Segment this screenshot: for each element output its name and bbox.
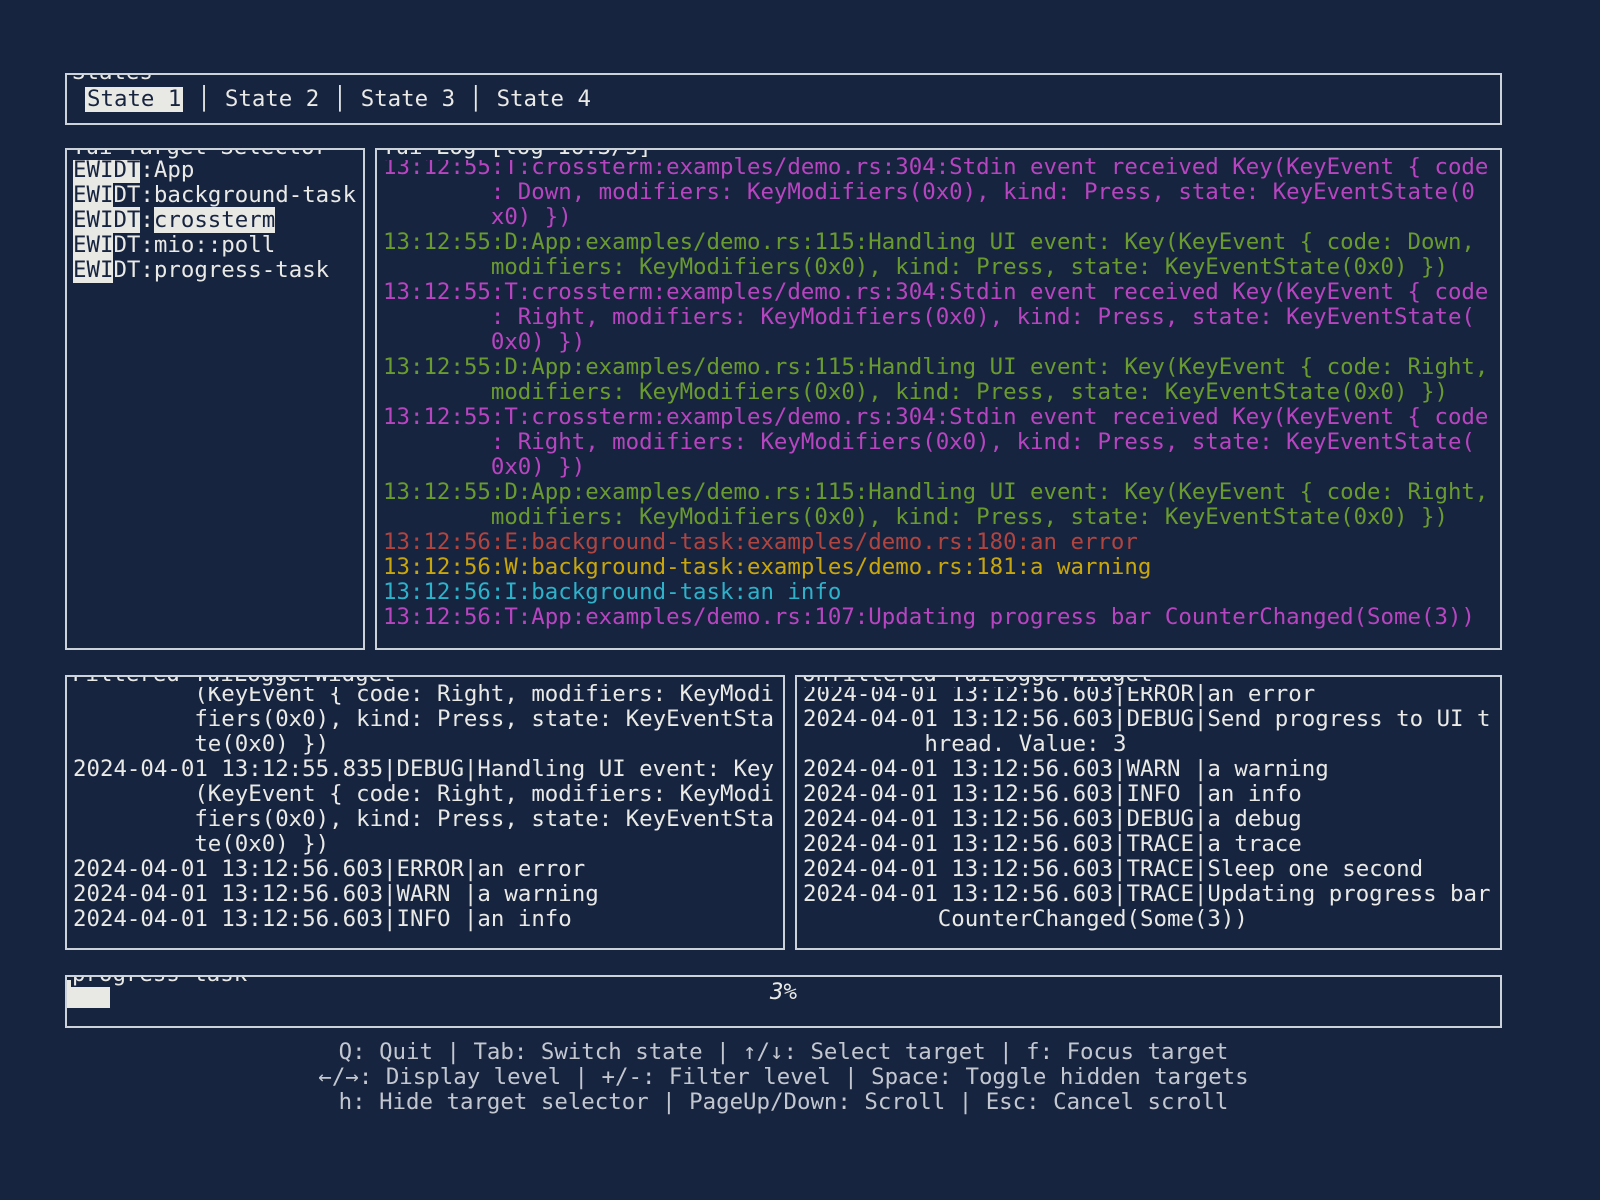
levels-enabled: EWIDT — [73, 207, 140, 233]
unfiltered-log-line: CounterChanged(Some(3)) — [803, 906, 1248, 932]
unfiltered-log-line: 2024-04-01 13:12:56.603|TRACE|Sleep one … — [803, 856, 1423, 882]
target-name: progress-task — [154, 257, 329, 283]
filtered-log-line: fiers(0x0), kind: Press, state: KeyEvent… — [73, 706, 774, 732]
log-line: 0x0) }) — [383, 454, 585, 480]
levels-disabled: DT — [113, 232, 140, 258]
progress-task-title: progress-task — [71, 975, 250, 987]
filtered-log-line: 2024-04-01 13:12:56.603|ERROR|an error — [73, 856, 585, 882]
progress-gauge: 3% — [67, 977, 1500, 1026]
target-separator: : — [140, 207, 153, 233]
states-panel: States State 1 │ State 2 │ State 3 │ State 4 — [65, 73, 1502, 125]
progress-task-panel: progress-task 3% — [65, 975, 1502, 1028]
tui-log-title: Tui Log [log=16.3/s] — [381, 148, 655, 160]
tab-divider: │ — [469, 87, 482, 112]
log-line: 13:12:55:D:App:examples/demo.rs:115:Hand… — [383, 229, 1475, 255]
state-tabs: State 1 │ State 2 │ State 3 │ State 4 — [67, 75, 1500, 123]
unfiltered-log-line: hread. Value: 3 — [803, 731, 1127, 757]
target-row-background-task[interactable]: EWIDT:background-task — [73, 183, 363, 208]
tui-log-lines[interactable]: 13:12:55:T:crossterm:examples/demo.rs:30… — [377, 150, 1500, 630]
log-line: 13:12:56:I:background-task:an info — [383, 579, 841, 605]
unfiltered-log-line: 2024-04-01 13:12:56.603|DEBUG|a debug — [803, 806, 1302, 832]
filtered-log-line: (KeyEvent { code: Right, modifiers: KeyM… — [73, 781, 774, 807]
filtered-log-line: 2024-04-01 13:12:56.603|WARN |a warning — [73, 881, 599, 907]
log-line: 13:12:56:W:background-task:examples/demo… — [383, 554, 1151, 580]
log-line: : Down, modifiers: KeyModifiers(0x0), ki… — [383, 179, 1475, 205]
unfiltered-logger-title: Unfiltered TuiLoggerWidget — [801, 675, 1156, 687]
unfiltered-log-line: 2024-04-01 13:12:56.603|INFO |an info — [803, 781, 1302, 807]
tab-state-2[interactable]: State 2 — [225, 87, 319, 112]
log-line: x0) }) — [383, 204, 572, 230]
unfiltered-log-line: 2024-04-01 13:12:56.603|WARN |a warning — [803, 756, 1329, 782]
target-selector-panel: Tui Target Selector EWIDT:AppEWIDT:backg… — [65, 148, 365, 650]
target-row-mio-poll[interactable]: EWIDT:mio::poll — [73, 233, 363, 258]
target-row-crossterm[interactable]: EWIDT:crossterm — [73, 208, 363, 233]
log-line: 13:12:55:T:crossterm:examples/demo.rs:30… — [383, 279, 1488, 305]
unfiltered-logger-lines[interactable]: 2024-04-01 13:12:56.603|ERROR|an error 2… — [797, 677, 1500, 932]
log-line: modifiers: KeyModifiers(0x0), kind: Pres… — [383, 254, 1448, 280]
unfiltered-logger-panel: Unfiltered TuiLoggerWidget 2024-04-01 13… — [795, 675, 1502, 950]
log-line: modifiers: KeyModifiers(0x0), kind: Pres… — [383, 379, 1448, 405]
target-name: crossterm — [154, 207, 275, 233]
unfiltered-log-line: 2024-04-01 13:12:56.603|DEBUG|Send progr… — [803, 706, 1491, 732]
tab-state-1[interactable]: State 1 — [85, 87, 183, 112]
target-separator: : — [140, 232, 153, 258]
levels-disabled: DT — [113, 182, 140, 208]
progress-gauge-label: 3% — [67, 980, 1500, 1005]
tui-log-panel: Tui Log [log=16.3/s] 13:12:55:T:crosster… — [375, 148, 1502, 650]
tab-state-3[interactable]: State 3 — [361, 87, 455, 112]
log-line: 13:12:56:E:background-task:examples/demo… — [383, 529, 1138, 555]
log-line: 13:12:55:D:App:examples/demo.rs:115:Hand… — [383, 354, 1488, 380]
levels-enabled: EWIDT — [73, 157, 140, 183]
target-separator: : — [140, 182, 153, 208]
target-name: background-task — [154, 182, 356, 208]
filtered-logger-title: Filtered TuiLoggerWidget — [71, 675, 399, 687]
tab-divider: │ — [333, 87, 346, 112]
log-line: : Right, modifiers: KeyModifiers(0x0), k… — [383, 304, 1475, 330]
log-line: : Right, modifiers: KeyModifiers(0x0), k… — [383, 429, 1475, 455]
log-line: 0x0) }) — [383, 329, 585, 355]
log-line: modifiers: KeyModifiers(0x0), kind: Pres… — [383, 504, 1448, 530]
target-name: App — [154, 157, 194, 183]
log-line: 13:12:55:T:crossterm:examples/demo.rs:30… — [383, 404, 1488, 430]
filtered-logger-panel: Filtered TuiLoggerWidget (KeyEvent { cod… — [65, 675, 785, 950]
help-text: Q: Quit | Tab: Switch state | ↑/↓: Selec… — [65, 1040, 1502, 1115]
target-row-progress-task[interactable]: EWIDT:progress-task — [73, 258, 363, 283]
filtered-log-line: fiers(0x0), kind: Press, state: KeyEvent… — [73, 806, 774, 832]
help-line: Q: Quit | Tab: Switch state | ↑/↓: Selec… — [65, 1040, 1502, 1065]
help-line: h: Hide target selector | PageUp/Down: S… — [65, 1090, 1502, 1115]
help-line: ←/→: Display level | +/-: Filter level |… — [65, 1065, 1502, 1090]
target-name: mio::poll — [154, 232, 275, 258]
log-line: 13:12:56:T:App:examples/demo.rs:107:Upda… — [383, 604, 1475, 630]
levels-enabled: EWI — [73, 257, 113, 283]
log-line: 13:12:55:D:App:examples/demo.rs:115:Hand… — [383, 479, 1488, 505]
levels-enabled: EWI — [73, 182, 113, 208]
target-separator: : — [140, 257, 153, 283]
unfiltered-log-line: 2024-04-01 13:12:56.603|TRACE|a trace — [803, 831, 1302, 857]
tab-state-4[interactable]: State 4 — [497, 87, 591, 112]
tab-divider: │ — [197, 87, 210, 112]
filtered-log-line: te(0x0) }) — [73, 831, 329, 857]
levels-disabled: DT — [113, 257, 140, 283]
filtered-log-line: 2024-04-01 13:12:55.835|DEBUG|Handling U… — [73, 756, 774, 782]
target-row-App[interactable]: EWIDT:App — [73, 158, 363, 183]
filtered-logger-lines[interactable]: (KeyEvent { code: Right, modifiers: KeyM… — [67, 677, 783, 932]
filtered-log-line: 2024-04-01 13:12:56.603|INFO |an info — [73, 906, 572, 932]
target-list: EWIDT:AppEWIDT:background-taskEWIDT:cros… — [67, 150, 363, 283]
target-separator: : — [140, 157, 153, 183]
levels-enabled: EWI — [73, 232, 113, 258]
filtered-log-line: te(0x0) }) — [73, 731, 329, 757]
states-panel-title: States — [71, 73, 156, 85]
unfiltered-log-line: 2024-04-01 13:12:56.603|TRACE|Updating p… — [803, 881, 1491, 907]
target-selector-title: Tui Target Selector — [71, 148, 331, 160]
